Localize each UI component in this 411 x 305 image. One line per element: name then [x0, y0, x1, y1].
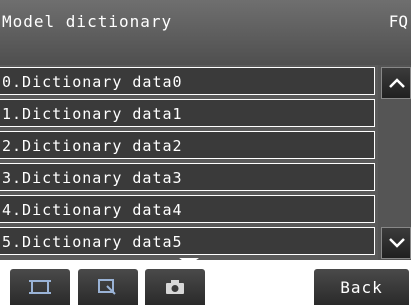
scrollbar[interactable] [378, 65, 411, 260]
list-item-3[interactable]: 3.Dictionary data3 [0, 163, 375, 191]
list-item-4[interactable]: 4.Dictionary data4 [0, 195, 375, 223]
brand-label: FQ [388, 12, 408, 31]
chevron-up-icon [389, 78, 405, 88]
zoom-region-icon [98, 279, 116, 295]
header-bar: Model dictionary FQ [0, 0, 411, 65]
list-item-1[interactable]: 1.Dictionary data1 [0, 99, 375, 127]
page-title: Model dictionary [2, 12, 173, 31]
scroll-down-button[interactable] [381, 227, 411, 259]
back-button[interactable]: Back [314, 269, 409, 305]
back-button-label: Back [340, 278, 383, 297]
camera-icon [166, 280, 184, 294]
list-item-5[interactable]: 5.Dictionary data5 [0, 227, 375, 255]
frame-icon [29, 280, 51, 294]
list-item-2[interactable]: 2.Dictionary data2 [0, 131, 375, 159]
dictionary-list-area: 0.Dictionary data0 1.Dictionary data1 2.… [0, 65, 411, 260]
zoom-region-button[interactable] [78, 269, 138, 305]
footer-toolbar: Back [0, 260, 411, 305]
list-item-0[interactable]: 0.Dictionary data0 [0, 67, 375, 95]
frame-button[interactable] [10, 269, 70, 305]
chevron-down-icon [389, 238, 405, 248]
scroll-up-button[interactable] [381, 67, 411, 99]
dictionary-list: 0.Dictionary data0 1.Dictionary data1 2.… [0, 65, 377, 260]
camera-button[interactable] [145, 269, 205, 305]
